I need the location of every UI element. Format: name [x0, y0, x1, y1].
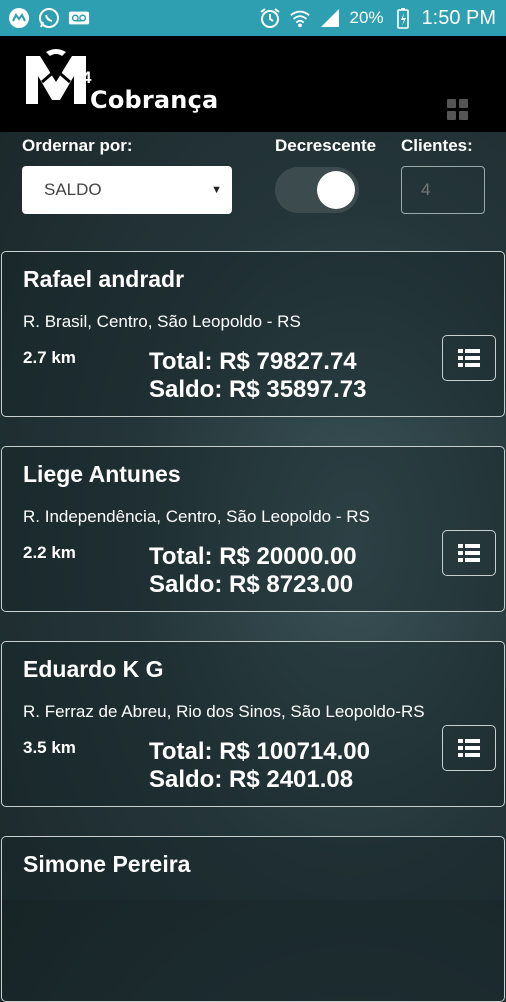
- client-address: R. Brasil, Centro, São Leopoldo - RS: [23, 312, 301, 331]
- clock: 1:50 PM: [421, 6, 496, 29]
- order-select[interactable]: SALDO ▼: [22, 166, 232, 214]
- client-address: R. Independência, Centro, São Leopoldo -…: [23, 507, 370, 526]
- whatsapp-icon: [38, 7, 60, 29]
- client-distance: 3.5 km: [23, 738, 76, 757]
- client-name: Liege Antunes: [23, 461, 181, 487]
- status-bar: 20% 1:50 PM: [0, 0, 506, 36]
- clients-count-field[interactable]: 4: [401, 166, 485, 214]
- client-name: Rafael andradr: [23, 266, 185, 292]
- client-total: Total: R$ 100714.00: [149, 738, 371, 765]
- client-saldo: Saldo: R$ 2401.08: [149, 766, 354, 793]
- client-card[interactable]: Liege Antunes R. Independência, Centro, …: [1, 446, 505, 612]
- logo-superscript: 4: [82, 68, 92, 87]
- clients-label: Clientes:: [401, 136, 473, 155]
- alarm-icon: [259, 7, 281, 29]
- details-button[interactable]: [442, 725, 496, 771]
- battery-icon: [392, 7, 414, 29]
- battery-percent: 20%: [349, 8, 384, 27]
- order-select-value: SALDO: [44, 180, 102, 199]
- list-icon: [458, 544, 480, 562]
- client-total: Total: R$ 20000.00: [149, 543, 357, 570]
- messenger-icon: [8, 7, 30, 29]
- grid-menu-icon[interactable]: [447, 99, 469, 121]
- client-total: Total: R$ 79827.74: [149, 348, 357, 375]
- voicemail-icon: [68, 7, 90, 29]
- list-icon: [458, 349, 480, 367]
- details-button[interactable]: [442, 530, 496, 576]
- client-distance: 2.2 km: [23, 543, 76, 562]
- client-card[interactable]: Eduardo K G R. Ferraz de Abreu, Rio dos …: [1, 641, 505, 807]
- app-name: Cobrança: [90, 86, 219, 114]
- client-saldo: Saldo: R$ 35897.73: [149, 376, 367, 403]
- client-name: Eduardo K G: [23, 656, 164, 682]
- app-header: 4 Cobrança: [0, 36, 506, 132]
- details-button[interactable]: [442, 335, 496, 381]
- client-card[interactable]: Simone Pereira: [1, 836, 505, 1002]
- client-distance: 2.7 km: [23, 348, 76, 367]
- client-card[interactable]: Rafael andradr R. Brasil, Centro, São Le…: [1, 251, 505, 417]
- descending-label: Decrescente: [275, 136, 377, 155]
- list-icon: [458, 739, 480, 757]
- dropdown-arrow-icon: ▼: [211, 184, 222, 196]
- client-address: R. Ferraz de Abreu, Rio dos Sinos, São L…: [23, 702, 425, 721]
- client-saldo: Saldo: R$ 8723.00: [149, 571, 354, 598]
- descending-toggle[interactable]: [275, 167, 359, 213]
- signal-icon: [319, 7, 341, 29]
- toggle-knob: [317, 171, 355, 209]
- wifi-icon: [289, 7, 311, 29]
- order-label: Ordernar por:: [22, 136, 133, 155]
- client-name: Simone Pereira: [23, 851, 191, 877]
